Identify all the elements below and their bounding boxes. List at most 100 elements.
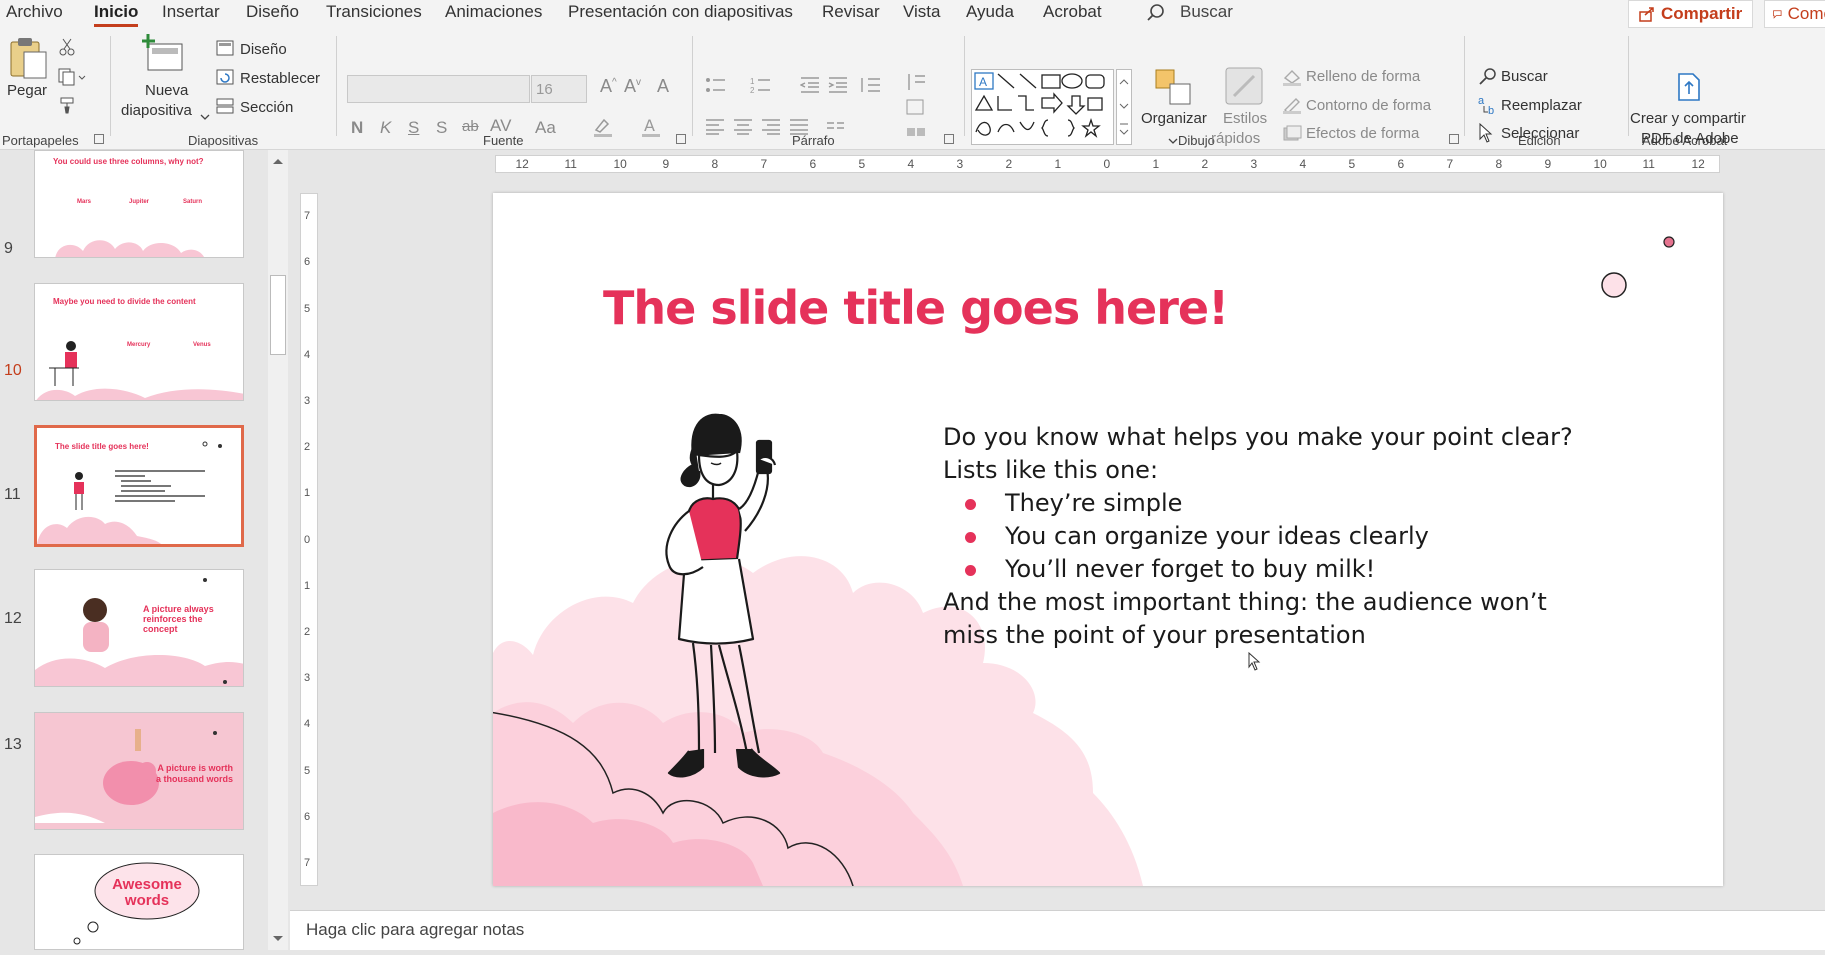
quick-styles-icon[interactable] — [1224, 66, 1264, 111]
bold-button[interactable]: N — [351, 118, 363, 138]
shape-effects-icon[interactable] — [1282, 124, 1302, 147]
search-icon[interactable] — [1146, 3, 1166, 28]
tab-diseno[interactable]: Diseño — [246, 2, 299, 22]
slide-thumbnail-8[interactable]: You could use three columns, why not? Ma… — [34, 150, 244, 258]
quick-styles-label-2[interactable]: rápidos — [1211, 130, 1260, 147]
tab-insertar[interactable]: Insertar — [162, 2, 220, 22]
slide-thumbnail-12[interactable]: A picture is worth a thousand words — [34, 712, 244, 830]
comments-button[interactable]: Come — [1764, 0, 1825, 28]
shape-outline-label[interactable]: Contorno de forma — [1306, 97, 1431, 114]
italic-button[interactable]: K — [380, 118, 391, 138]
tab-ayuda[interactable]: Ayuda — [966, 2, 1014, 22]
slide-thumbnail-11[interactable]: A picture always reinforces the concept — [34, 569, 244, 687]
tab-inicio[interactable]: Inicio — [94, 2, 139, 27]
section-icon[interactable] — [216, 98, 234, 119]
arrange-chevron-icon[interactable] — [1168, 132, 1178, 150]
underline-button[interactable]: S — [408, 118, 419, 138]
align-left-icon[interactable] — [705, 118, 725, 141]
new-slide-label-2[interactable]: diapositiva — [121, 102, 192, 119]
slide-canvas[interactable]: The slide title goes here! Do you know w… — [493, 193, 1723, 886]
change-case-button[interactable]: Aa — [535, 118, 556, 138]
shadow-button[interactable]: S — [436, 118, 447, 138]
find-icon[interactable] — [1478, 67, 1498, 92]
ruler-tick-label: 7 — [304, 210, 311, 223]
highlight-icon[interactable] — [592, 116, 614, 143]
pdf-share-icon[interactable] — [1676, 72, 1702, 107]
replace-icon[interactable]: ab — [1478, 94, 1498, 121]
copy-icon[interactable] — [58, 68, 86, 91]
align-text-icon[interactable] — [905, 98, 933, 121]
tab-acrobat[interactable]: Acrobat — [1043, 2, 1102, 22]
ruler-tick-label: 5 — [304, 302, 311, 315]
shapes-scroll-icon[interactable] — [1116, 69, 1132, 145]
chevron-down-icon[interactable] — [200, 108, 210, 126]
fuente-launcher-icon[interactable] — [676, 134, 686, 144]
font-family-select[interactable] — [347, 75, 530, 103]
new-slide-icon[interactable] — [141, 34, 186, 79]
font-size-select[interactable]: 16 — [531, 75, 587, 103]
slide-body-textbox[interactable]: Do you know what helps you make your poi… — [943, 421, 1663, 652]
text-direction-icon[interactable] — [905, 72, 933, 97]
grow-font-icon[interactable]: A^ — [600, 76, 617, 97]
numbering-icon[interactable]: 12 — [750, 76, 784, 99]
increase-indent-icon[interactable] — [828, 76, 848, 99]
find-label[interactable]: Buscar — [1501, 68, 1548, 85]
thumbnail-title: A picture is worth a thousand words — [155, 763, 233, 784]
section-label[interactable]: Sección — [240, 99, 293, 116]
select-label[interactable]: Seleccionar — [1501, 125, 1579, 142]
tab-revisar[interactable]: Revisar — [822, 2, 880, 22]
new-slide-label-1[interactable]: Nueva — [145, 82, 188, 99]
arrange-label[interactable]: Organizar — [1141, 110, 1207, 127]
paste-icon[interactable] — [8, 36, 48, 85]
paste-label[interactable]: Pegar — [7, 82, 47, 99]
tab-vista[interactable]: Vista — [903, 2, 941, 22]
share-button[interactable]: Compartir — [1628, 0, 1754, 28]
quick-styles-label-1[interactable]: Estilos — [1223, 110, 1267, 127]
shape-outline-icon[interactable] — [1282, 96, 1302, 119]
shapes-gallery[interactable]: A — [971, 69, 1114, 145]
portapapeles-launcher-icon[interactable] — [94, 134, 104, 144]
select-cursor-icon[interactable] — [1478, 122, 1494, 148]
notes-pane[interactable]: Haga clic para agregar notas — [290, 910, 1825, 950]
parrafo-launcher-icon[interactable] — [944, 134, 954, 144]
justify-icon[interactable] — [789, 118, 809, 141]
pdf-create-label-1[interactable]: Crear y compartir — [1630, 110, 1746, 127]
layout-icon[interactable] — [216, 40, 234, 61]
pdf-create-label-2[interactable]: PDF de Adobe — [1641, 130, 1739, 147]
clear-format-icon[interactable]: A — [657, 76, 669, 97]
slide-title[interactable]: The slide title goes here! — [603, 281, 1229, 335]
thumbnail-scrollbar[interactable] — [268, 150, 288, 950]
strikethrough-button[interactable]: ab — [462, 118, 479, 135]
format-painter-icon[interactable] — [58, 96, 76, 119]
shape-fill-label[interactable]: Relleno de forma — [1306, 68, 1420, 85]
align-center-icon[interactable] — [733, 118, 753, 141]
bullet-item: They’re simple — [943, 487, 1663, 520]
reset-label[interactable]: Restablecer — [240, 70, 320, 87]
tell-me-search[interactable]: Buscar — [1180, 2, 1233, 22]
reset-icon[interactable] — [216, 69, 234, 90]
tab-archivo[interactable]: Archivo — [6, 2, 63, 22]
slide-thumbnail-13[interactable]: Awesome words — [34, 854, 244, 950]
arrange-icon[interactable] — [1154, 68, 1192, 111]
replace-label[interactable]: Reemplazar — [1501, 97, 1582, 114]
tab-transiciones[interactable]: Transiciones — [326, 2, 422, 22]
line-spacing-icon[interactable] — [858, 76, 888, 99]
font-color-icon[interactable]: A — [640, 116, 662, 143]
smartart-icon[interactable] — [905, 124, 933, 147]
shape-fill-icon[interactable] — [1282, 68, 1302, 91]
layout-label[interactable]: Diseño — [240, 41, 287, 58]
shrink-font-icon[interactable]: Av — [624, 76, 641, 97]
dibujo-launcher-icon[interactable] — [1449, 134, 1459, 144]
scrollbar-thumb[interactable] — [270, 275, 286, 355]
slide-thumbnail-10-selected[interactable]: The slide title goes here! — [34, 425, 244, 547]
decrease-indent-icon[interactable] — [799, 76, 820, 99]
slide-thumbnail-9[interactable]: Maybe you need to divide the content Mer… — [34, 283, 244, 401]
shape-effects-label[interactable]: Efectos de forma — [1306, 125, 1419, 142]
tab-animaciones[interactable]: Animaciones — [445, 2, 542, 22]
bullets-icon[interactable] — [705, 76, 739, 99]
align-right-icon[interactable] — [761, 118, 781, 141]
char-spacing-button[interactable]: AV — [490, 116, 511, 136]
columns-icon[interactable] — [826, 118, 862, 141]
cut-icon[interactable] — [58, 38, 76, 61]
tab-presentacion[interactable]: Presentación con diapositivas — [568, 2, 793, 22]
